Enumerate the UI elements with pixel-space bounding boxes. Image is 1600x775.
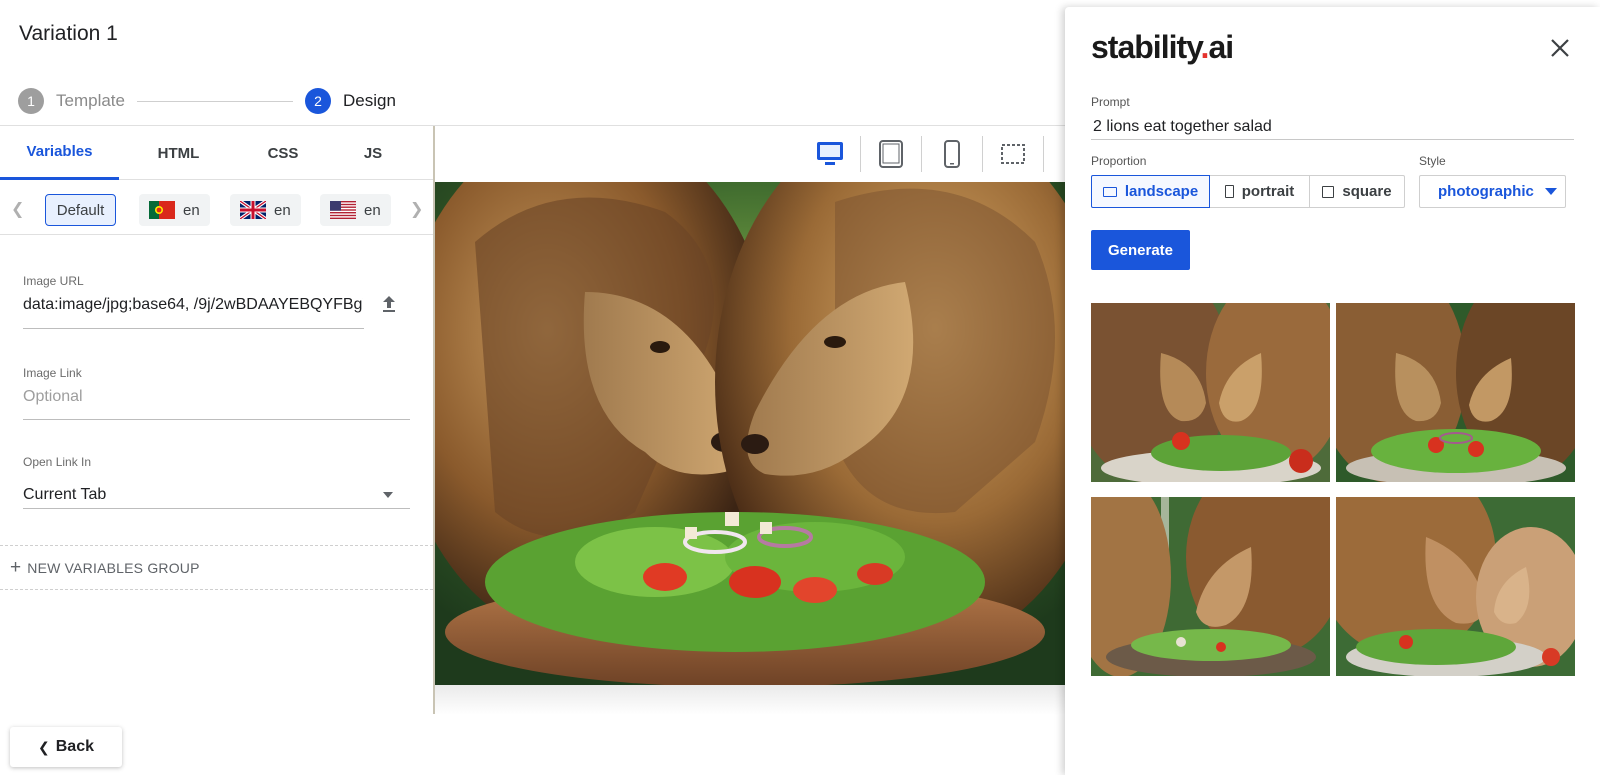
- image-link-input[interactable]: Optional: [23, 388, 83, 406]
- image-link-underline: [23, 419, 410, 420]
- back-button-label: Back: [55, 738, 94, 755]
- group-divider-top: [0, 545, 433, 546]
- plus-icon: +: [10, 557, 22, 578]
- toolbar-separator: [1043, 136, 1044, 172]
- device-toolbar: [800, 134, 1044, 174]
- proportion-portrait-button[interactable]: portrait: [1209, 175, 1310, 208]
- style-label: Style: [1419, 154, 1446, 168]
- page-title: Variation 1: [19, 22, 118, 45]
- chevron-left-icon[interactable]: ❮: [11, 199, 24, 219]
- language-chip-label: en: [183, 201, 200, 219]
- close-icon[interactable]: [1549, 37, 1571, 59]
- proportion-option-label: portrait: [1241, 183, 1295, 200]
- step-template[interactable]: 1 Template: [18, 88, 125, 114]
- generated-image-thumbnail[interactable]: [1091, 497, 1330, 676]
- language-chip-label: en: [364, 201, 381, 219]
- step-label: Design: [342, 91, 396, 110]
- tablet-icon[interactable]: [861, 134, 921, 174]
- proportion-option-label: landscape: [1124, 183, 1199, 200]
- proportion-label: Proportion: [1091, 154, 1147, 168]
- selection-icon[interactable]: [983, 134, 1043, 174]
- step-connector: [136, 100, 293, 102]
- step-label: Template: [56, 91, 125, 110]
- new-variables-group-button[interactable]: + NEW VARIABLES GROUP: [10, 557, 200, 579]
- group-divider-bottom: [0, 589, 433, 590]
- proportion-selector: landscape portrait square: [1091, 175, 1405, 208]
- proportion-square-button[interactable]: square: [1309, 175, 1405, 208]
- mobile-icon[interactable]: [922, 134, 982, 174]
- language-chip-us[interactable]: en: [320, 194, 391, 226]
- style-select-value: photographic: [1438, 183, 1534, 200]
- editor-tabs: Variables HTML CSS JS: [0, 126, 433, 180]
- stability-ai-logo: stability.ai: [1091, 29, 1234, 65]
- generated-image-thumbnail[interactable]: [1091, 303, 1330, 482]
- proportion-landscape-button[interactable]: landscape: [1091, 175, 1210, 208]
- step-number: 2: [304, 88, 331, 114]
- open-link-in-label: Open Link In: [23, 455, 92, 469]
- tab-css[interactable]: CSS: [238, 126, 328, 180]
- image-url-underline: [23, 328, 364, 329]
- image-generator-drawer: stability.ai Prompt 2 lions eat together…: [1065, 7, 1600, 775]
- dropdown-caret-icon[interactable]: [383, 492, 393, 498]
- open-link-in-select[interactable]: Current Tab: [23, 486, 106, 504]
- open-link-in-underline: [23, 508, 410, 509]
- image-link-label: Image Link: [23, 366, 82, 380]
- prompt-input[interactable]: 2 lions eat together salad: [1093, 118, 1272, 136]
- language-chip-label: en: [274, 201, 291, 219]
- editor-panel: Variables HTML CSS JS ❮ Default en en en: [0, 126, 434, 716]
- prompt-underline: [1091, 139, 1574, 140]
- style-select[interactable]: photographic: [1419, 175, 1566, 208]
- step-design[interactable]: 2 Design: [304, 88, 396, 114]
- tab-html[interactable]: HTML: [119, 126, 238, 180]
- preview-frame-bottom: [435, 685, 1065, 715]
- image-url-label: Image URL: [23, 274, 84, 288]
- tab-variables[interactable]: Variables: [0, 126, 119, 180]
- square-icon: [1322, 185, 1335, 198]
- stepper: 1 Template 2 Design: [18, 88, 396, 114]
- language-chip-label: Default: [56, 201, 105, 219]
- tab-js[interactable]: JS: [328, 126, 418, 180]
- preview-image: [435, 182, 1065, 685]
- upload-icon[interactable]: [380, 294, 398, 314]
- language-selector: ❮ Default en en en ❯: [0, 181, 433, 235]
- uk-flag-icon: [240, 201, 266, 219]
- dropdown-caret-icon: [1545, 188, 1557, 195]
- landscape-icon: [1102, 186, 1117, 197]
- portugal-flag-icon: [149, 201, 175, 219]
- generated-image-thumbnail[interactable]: [1336, 303, 1575, 482]
- proportion-option-label: square: [1342, 183, 1392, 200]
- desktop-icon[interactable]: [800, 134, 860, 174]
- image-url-input[interactable]: data:image/jpg;base64, /9j/2wBDAAYEBQYFB…: [23, 296, 363, 314]
- back-button[interactable]: ❮ Back: [10, 727, 122, 767]
- prompt-label: Prompt: [1091, 95, 1130, 109]
- step-number: 1: [18, 88, 44, 114]
- chevron-right-icon[interactable]: ❯: [410, 199, 423, 219]
- generate-button[interactable]: Generate: [1091, 230, 1190, 270]
- language-chip-uk[interactable]: en: [230, 194, 301, 226]
- language-chip-pt[interactable]: en: [139, 194, 210, 226]
- chevron-left-icon: ❮: [38, 738, 50, 755]
- generated-image-thumbnail[interactable]: [1336, 497, 1575, 676]
- language-chip-default[interactable]: Default: [45, 194, 116, 226]
- new-variables-group-label: NEW VARIABLES GROUP: [27, 560, 200, 576]
- us-flag-icon: [330, 201, 356, 219]
- portrait-icon: [1224, 185, 1234, 198]
